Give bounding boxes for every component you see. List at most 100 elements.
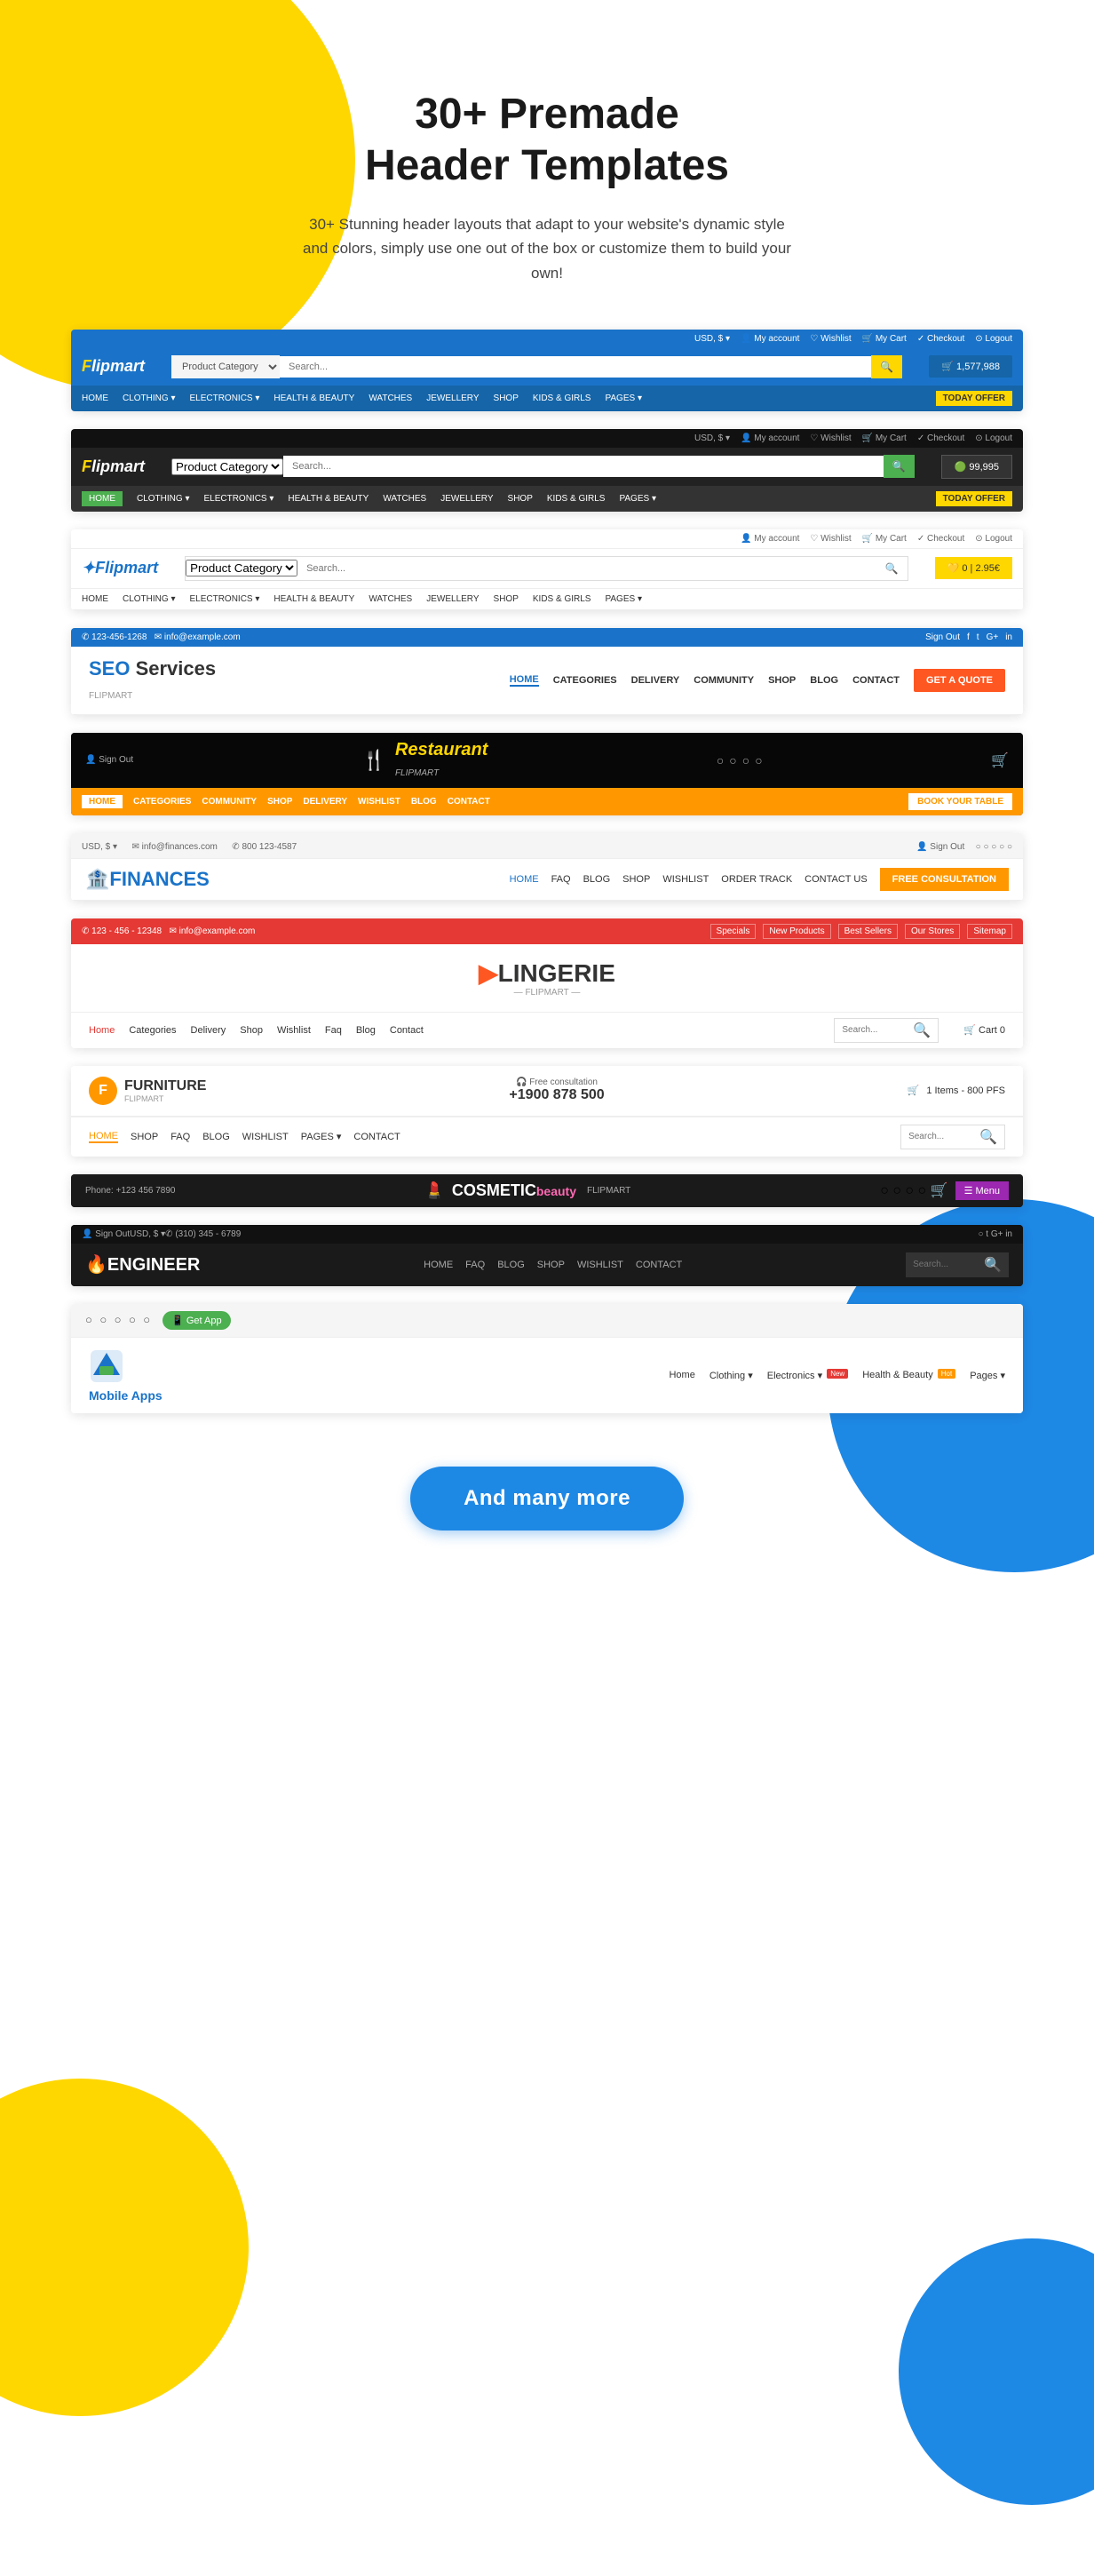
account-dark[interactable]: 👤 My account [741,433,799,443]
fin-nav-home[interactable]: HOME [510,874,539,885]
furn-nav-home[interactable]: HOME [89,1131,118,1143]
ling-nav-delivery[interactable]: Delivery [191,1025,226,1036]
rest-nav-community[interactable]: COMMUNITY [202,797,257,807]
search-btn-dark[interactable]: 🔍 [884,455,915,478]
ling-nav-home[interactable]: Home [89,1025,115,1036]
seo-nav-delivery[interactable]: DELIVERY [631,675,680,686]
wishlist-dark[interactable]: ♡ Wishlist [810,433,851,443]
mob-social-4[interactable]: ○ [129,1313,136,1326]
seo-gplus[interactable]: G+ [987,632,999,642]
eng-nav-wishlist[interactable]: WISHLIST [577,1260,623,1270]
nav-kids[interactable]: KIDS & GIRLS [533,394,591,403]
rest-nav-home[interactable]: HOME [82,795,123,808]
wishlist-link[interactable]: ♡ Wishlist [810,334,851,344]
cart-btn-dark[interactable]: 🟢 99,995 [941,455,1012,479]
logout-dark[interactable]: ⊙ Logout [975,433,1012,443]
restaurant-signout[interactable]: 👤 Sign Out [85,755,133,765]
restaurant-cart-icon[interactable]: 🛒 [991,751,1009,769]
fin-nav-faq[interactable]: FAQ [551,874,571,885]
checkout-white[interactable]: ✓ Checkout [917,534,964,544]
nav-watches-dark[interactable]: WATCHES [383,494,426,504]
ling-nav-wishlist[interactable]: Wishlist [277,1025,311,1036]
rest-social-gp[interactable]: ○ [755,753,762,767]
fin-nav-contact[interactable]: CONTACT US [805,874,868,885]
logout-link[interactable]: ⊙ Logout [975,334,1012,344]
lingerie-cart[interactable]: 🛒 Cart 0 [963,1024,1005,1036]
seo-linkedin[interactable]: in [1005,632,1012,642]
nav-watches[interactable]: WATCHES [369,394,412,403]
checkout-link[interactable]: ✓ Checkout [917,334,964,344]
lingerie-our-stores[interactable]: Our Stores [905,924,960,939]
lingerie-best-sellers[interactable]: Best Sellers [838,924,898,939]
ling-nav-shop[interactable]: Shop [240,1025,263,1036]
nav-jewellery[interactable]: JEWELLERY [426,394,479,403]
nav-shop-white[interactable]: SHOP [494,594,519,604]
furn-nav-wishlist[interactable]: WISHLIST [242,1132,289,1142]
furniture-search-input[interactable] [908,1132,979,1141]
wishlist-white[interactable]: ♡ Wishlist [810,534,851,544]
nav-clothing-white[interactable]: CLOTHING ▾ [123,594,175,604]
eng-nav-blog[interactable]: BLOG [497,1260,525,1270]
mob-nav-health[interactable]: Health & Beauty Hot [862,1370,955,1380]
furn-nav-faq[interactable]: FAQ [170,1132,190,1142]
rest-social-tw[interactable]: ○ [729,753,736,767]
lingerie-search-input[interactable] [842,1025,913,1035]
search-input-white[interactable] [297,558,876,579]
nav-health-dark[interactable]: HEALTH & BEAUTY [288,494,369,504]
seo-twitter[interactable]: t [977,632,979,642]
account-link[interactable]: 👤 My account [741,334,799,344]
rest-nav-shop[interactable]: SHOP [267,797,292,807]
mob-social-3[interactable]: ○ [115,1313,122,1326]
nav-health[interactable]: HEALTH & BEAUTY [274,394,354,403]
search-input-dark[interactable] [283,456,884,477]
fin-nav-blog[interactable]: BLOG [583,874,611,885]
mob-social-2[interactable]: ○ [99,1313,107,1326]
eng-nav-shop[interactable]: SHOP [537,1260,565,1270]
lingerie-specials[interactable]: Specials [710,924,757,939]
seo-nav-community[interactable]: COMMUNITY [694,675,754,686]
nav-home-white[interactable]: HOME [82,594,108,604]
cart-button[interactable]: 🛒 1,577,988 [929,355,1012,378]
furn-nav-pages[interactable]: PAGES ▾ [301,1131,342,1142]
rest-nav-blog[interactable]: BLOG [411,797,437,807]
lingerie-sitemap[interactable]: Sitemap [967,924,1012,939]
furn-nav-blog[interactable]: BLOG [202,1132,230,1142]
furn-nav-contact[interactable]: CONTACT [353,1132,400,1142]
search-button[interactable]: 🔍 [871,355,902,378]
mob-social-5[interactable]: ○ [143,1313,150,1326]
nav-health-white[interactable]: HEALTH & BEAUTY [274,594,354,604]
search-btn-white[interactable]: 🔍 [876,557,908,580]
mob-nav-electronics[interactable]: Electronics ▾ New [767,1370,848,1381]
ling-nav-blog[interactable]: Blog [356,1025,376,1036]
seo-nav-blog[interactable]: BLOG [810,675,838,686]
nav-electronics-white[interactable]: ELECTRONICS ▾ [189,594,259,604]
mob-nav-home[interactable]: Home [669,1370,694,1380]
nav-pages-dark[interactable]: PAGES ▾ [619,494,656,504]
furn-nav-shop[interactable]: SHOP [131,1132,158,1142]
engineer-search-input[interactable] [913,1260,984,1269]
nav-pages[interactable]: PAGES ▾ [605,394,642,403]
seo-nav-categories[interactable]: CATEGORIES [553,675,617,686]
search-input[interactable] [280,356,871,378]
and-many-more-button[interactable]: And many more [410,1467,684,1530]
seo-nav-shop[interactable]: SHOP [768,675,796,686]
category-select-dark[interactable]: Product Category [171,458,283,475]
nav-clothing[interactable]: CLOTHING ▾ [123,394,175,403]
rest-nav-contact[interactable]: CONTACT [448,797,490,807]
nav-shop[interactable]: SHOP [494,394,519,403]
rest-social-yt[interactable]: ○ [742,753,749,767]
engineer-search-icon[interactable]: 🔍 [984,1256,1002,1274]
eng-signout[interactable]: 👤 Sign Out [82,1229,130,1239]
cart-btn-white[interactable]: 💛 0 | 2.95€ [935,557,1012,579]
cart-dark[interactable]: 🛒 My Cart [862,433,907,443]
lingerie-new-products[interactable]: New Products [763,924,830,939]
mob-social-1[interactable]: ○ [85,1313,92,1326]
ling-nav-categories[interactable]: Categories [129,1025,176,1036]
nav-kids-dark[interactable]: KIDS & GIRLS [547,494,606,504]
fin-nav-wishlist[interactable]: WISHLIST [662,874,709,885]
nav-clothing-dark[interactable]: CLOTHING ▾ [137,494,189,504]
checkout-dark[interactable]: ✓ Checkout [917,433,964,443]
cosmetic-menu-button[interactable]: ☰ Menu [955,1181,1009,1200]
fin-nav-shop[interactable]: SHOP [622,874,650,885]
finances-signout[interactable]: 👤 Sign Out [916,842,964,852]
